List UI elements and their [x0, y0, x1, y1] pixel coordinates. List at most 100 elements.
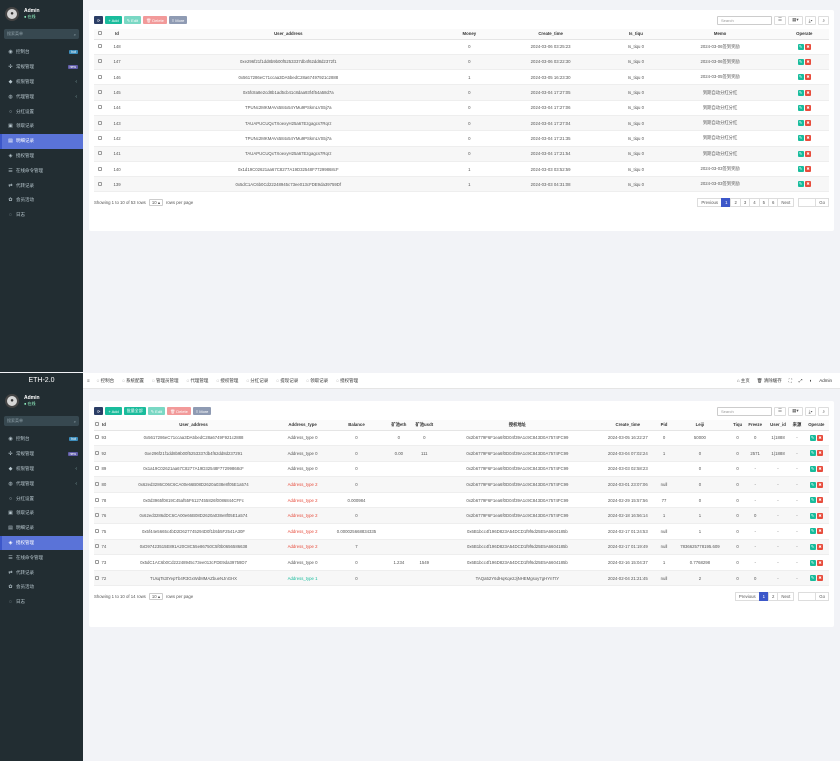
row-checkbox[interactable] — [94, 84, 107, 101]
sidebar-item[interactable]: ✣ 常规管理 new — [0, 60, 83, 75]
table-row[interactable]: 92 0xe296f21f1dd8b9b00f5253337db4f62dd8d2… — [94, 445, 829, 462]
sidebar-item[interactable]: ◆ 权限管理 ‹ — [0, 462, 83, 477]
table-row[interactable]: 89 0x1a19C02621aa67C8277A19D32548F7729986… — [94, 461, 829, 478]
table-row[interactable]: 72 TUsqTs3tYepTb4R3GxWdMMAZbueNJnGHX Addre… — [94, 570, 829, 587]
column-header[interactable]: Address_type — [279, 420, 326, 431]
sidebar-item[interactable]: ▣ 领取记录 — [0, 119, 83, 134]
top-nav-action[interactable]: ⛶ — [789, 378, 792, 383]
delete-icon[interactable]: ✖ — [817, 512, 824, 519]
sidebar-item[interactable]: ▤ 明细记录 — [0, 521, 83, 536]
go-button[interactable]: Go — [815, 592, 829, 602]
sidebar-item[interactable]: ◉ 控制台 hot — [0, 45, 83, 60]
table-row[interactable]: 147 0xe296f21f1dd8b9b00f5253337db4f62dd8d… — [94, 54, 829, 71]
goto-page-input[interactable] — [798, 592, 817, 602]
column-header[interactable]: Operate — [803, 420, 829, 431]
menu-search-input[interactable]: 搜索菜单 ⌕ — [4, 29, 79, 39]
table-row[interactable]: 139 0x5dC1AC6b0Cd22248945c73ee013cFDE9da3… — [94, 176, 829, 193]
toggle-view-icon[interactable]: ☰ — [774, 15, 787, 25]
delete-icon[interactable]: ✖ — [805, 150, 812, 157]
row-checkbox[interactable] — [94, 69, 107, 86]
row-checkbox[interactable] — [94, 115, 107, 132]
edit-icon[interactable]: ✎ — [809, 481, 816, 488]
column-header[interactable]: 授权地址 — [438, 420, 597, 431]
delete-icon[interactable]: ✖ — [817, 543, 824, 550]
edit-icon[interactable]: ✎ — [809, 512, 816, 519]
column-header[interactable]: Freeze — [744, 420, 766, 431]
menu-search-input[interactable]: 搜索菜单 ⌕ — [4, 416, 79, 426]
sidebar-item[interactable]: ◉ 控制台 hot — [0, 432, 83, 447]
table-row[interactable]: 144 TPUNc2MKMAVx584x54YMu9PSkmLVS5j7a 0 202… — [94, 100, 829, 116]
sidebar-item[interactable]: ☰ 在线命令管理 — [0, 163, 83, 178]
edit-icon[interactable]: ✎ — [797, 89, 804, 96]
edit-icon[interactable]: ✎ — [797, 58, 804, 65]
table-row[interactable]: 76 0x62ed3286dDC6CA00e66B08D2620a038e8f05… — [94, 507, 829, 525]
delete-icon[interactable]: ✖ — [805, 104, 812, 111]
top-nav-tab[interactable]: ◌ 授权管理 — [336, 378, 358, 384]
column-header[interactable]: Leiji — [669, 420, 731, 431]
table-row[interactable]: 142 TPUNc2MKMAVx584x54YMu9PSkmLVS5j7a 0 202… — [94, 130, 829, 147]
more-button[interactable]: ≡ More — [192, 407, 212, 415]
select-all-checkbox[interactable] — [94, 29, 107, 40]
delete-icon[interactable]: ✖ — [805, 181, 812, 188]
table-row[interactable]: 145 0x5fc8a8e2cd8b1ad5cb41c8daa93f4f54a58… — [94, 84, 829, 101]
table-row[interactable]: 141 TAUAPUCUQxTXoexyH25a67Ezgagcs7Rqrz 0 20… — [94, 146, 829, 162]
columns-icon[interactable]: ▦▾ — [788, 406, 803, 416]
refresh-button[interactable]: ⟳ — [94, 407, 104, 415]
delete-icon[interactable]: ✖ — [805, 120, 812, 127]
sidebar-item[interactable]: ✿ 会员活动 — [0, 193, 83, 208]
row-checkbox[interactable] — [94, 39, 107, 55]
top-nav-action[interactable]: Admin — [819, 378, 832, 383]
column-header[interactable]: Memo — [660, 29, 780, 40]
sidebar-item[interactable]: ✿ 会员活动 — [0, 580, 83, 595]
edit-icon[interactable]: ✎ — [809, 434, 816, 441]
next-page-button[interactable]: Next — [777, 198, 795, 208]
delete-icon[interactable]: ✖ — [805, 74, 812, 81]
column-header[interactable]: Operate — [779, 29, 829, 40]
delete-icon[interactable]: ✖ — [817, 450, 824, 457]
row-checkbox[interactable] — [94, 100, 107, 116]
column-header[interactable]: Balance — [325, 420, 388, 431]
sidebar-item[interactable]: ○ 分红设置 — [0, 491, 83, 506]
edit-icon[interactable]: ✎ — [797, 135, 804, 142]
advanced-search-icon[interactable]: ⌕ — [818, 15, 829, 25]
column-header[interactable]: Id — [100, 420, 108, 431]
table-row[interactable]: 93 0x5617286eC71ccaa3DA5bedC28a6749F921c2… — [94, 430, 829, 447]
top-nav-tab[interactable]: ◌ 系统配置 — [122, 378, 144, 384]
goto-page-input[interactable] — [798, 198, 817, 208]
top-nav-action[interactable]: ⌂ 主页 — [737, 378, 750, 384]
top-nav-tab[interactable]: ◌ 代理管理 — [186, 378, 208, 384]
row-checkbox[interactable] — [94, 54, 107, 71]
table-row[interactable]: 74 0xD97423515E891A20C8C55e86750C5f0b0656… — [94, 539, 829, 556]
top-nav-tab[interactable]: ◌ 分红记录 — [246, 378, 268, 384]
edit-icon[interactable]: ✎ — [809, 465, 816, 472]
sidebar-item[interactable]: ○ 分红设置 — [0, 104, 83, 119]
delete-button[interactable]: 🗑 Delete — [167, 407, 191, 415]
table-row[interactable]: 73 0x5dC1AC6b0Cd22248945c73ee013cFDE9da39… — [94, 554, 829, 571]
delete-icon[interactable]: ✖ — [817, 434, 824, 441]
edit-button[interactable]: ✎ Edit — [123, 16, 142, 24]
prev-page-button[interactable]: Previous — [734, 592, 760, 602]
table-row[interactable]: 146 0x5617286eC71ccaa3DA5bedC28a67497921c… — [94, 69, 829, 86]
prev-page-button[interactable]: Previous — [697, 198, 723, 208]
delete-button[interactable]: 🗑 Delete — [143, 16, 167, 24]
sidebar-item[interactable]: ◍ 代理管理 ‹ — [0, 89, 83, 104]
sidebar-item[interactable]: ✣ 常规管理 new — [0, 447, 83, 462]
brand-logo[interactable]: ETH-2.0 — [0, 373, 83, 387]
table-search-input[interactable]: Search — [717, 15, 773, 25]
sidebar-item[interactable]: ☰ 在线命令管理 — [0, 550, 83, 565]
page-size-select[interactable]: 10 ▴ — [148, 593, 163, 601]
delete-icon[interactable]: ✖ — [817, 481, 824, 488]
row-checkbox[interactable] — [94, 176, 107, 193]
column-header[interactable]: User_address — [107, 420, 280, 431]
column-header[interactable]: Tiqu — [730, 420, 745, 431]
sidebar-item[interactable]: ◈ 授权管理 — [0, 149, 83, 164]
export-icon[interactable]: ⤓▾ — [804, 406, 817, 416]
page-size-select[interactable]: 10 ▴ — [148, 199, 163, 207]
sidebar-item[interactable]: ◌ 日志 — [0, 595, 83, 610]
sidebar-item[interactable]: ◆ 权限管理 ‹ — [0, 75, 83, 90]
top-nav-tab[interactable]: ◌ 授权管理 — [216, 378, 238, 384]
add-button[interactable]: + Add — [105, 407, 122, 415]
row-checkbox[interactable] — [94, 146, 107, 162]
top-nav-tab[interactable]: ◌ 提现记录 — [276, 378, 298, 384]
delete-icon[interactable]: ✖ — [817, 559, 824, 566]
